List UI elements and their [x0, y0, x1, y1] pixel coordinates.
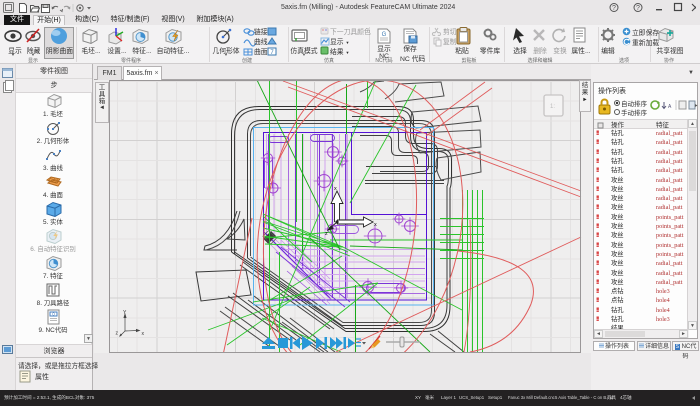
svg-text:x: x — [374, 222, 377, 228]
svg-text:A: A — [668, 104, 672, 110]
svg-text:x: x — [334, 186, 337, 192]
svg-text:1:: 1: — [550, 104, 555, 110]
svg-text:z: z — [325, 231, 328, 237]
svg-text:?: ? — [636, 5, 640, 12]
svg-text:?: ? — [612, 5, 616, 12]
svg-text:G: G — [382, 32, 387, 38]
